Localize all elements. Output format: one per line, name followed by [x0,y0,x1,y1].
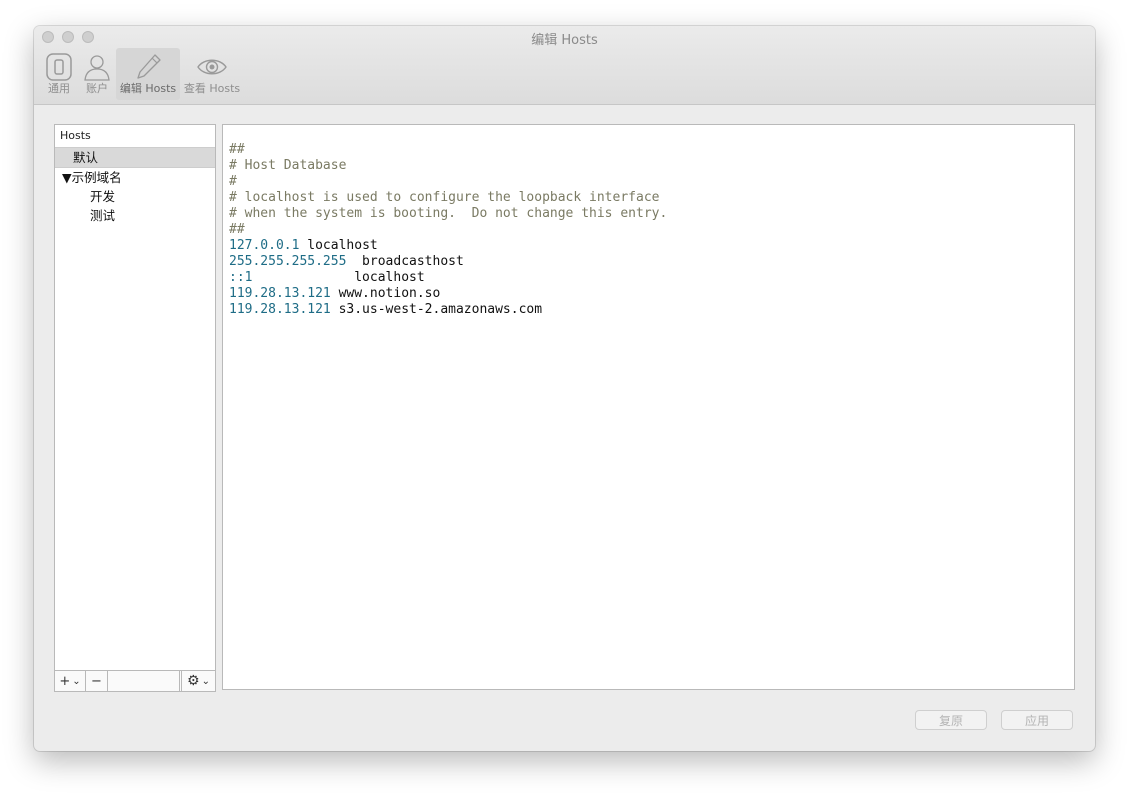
hostname: www.notion.so [330,286,441,301]
toolbar-tab-view-hosts[interactable]: 查看 Hosts [180,48,244,100]
comment-line: # when the system is booting. Do not cha… [229,206,668,221]
actions-menu-button[interactable]: ⚙ ⌄ [181,671,215,691]
comment-line: ## [229,142,245,157]
ip-address: 119.28.13.121 [229,286,331,301]
pencil-icon [133,52,163,86]
ip-address: ::1 [229,270,253,285]
toolbar-tab-account[interactable]: 账户 [78,48,116,100]
gear-icon: ⚙ [187,673,200,689]
add-host-button[interactable]: + ⌄ [55,671,86,691]
hostname: s3.us-west-2.amazonaws.com [330,302,543,317]
hosts-sidebar: Hosts 默认 ▼示例域名 开发 测试 + ⌄ − ⚙ ⌄ [54,124,216,692]
eye-icon [196,52,228,86]
ip-address: 119.28.13.121 [229,302,331,317]
comment-line: # Host Database [229,158,347,173]
preferences-toolbar: 通用 账户 编辑 Hosts 查看 Hosts [40,48,244,100]
revert-button[interactable]: 复原 [915,710,987,730]
hosts-text: ## # Host Database # # localhost is used… [229,126,667,318]
comment-line: # [229,174,237,189]
sidebar-item-dev[interactable]: 开发 [55,187,215,206]
ip-address: 127.0.0.1 [229,238,300,253]
chevron-down-icon: ⌄ [201,675,210,687]
apply-button[interactable]: 应用 [1001,710,1073,730]
hostname: localhost [299,238,378,253]
hosts-editor[interactable]: ## # Host Database # # localhost is used… [222,124,1075,690]
title-bar: 编辑 Hosts 通用 账户 编辑 Hosts 查看 Hosts [34,26,1095,105]
sidebar-footer: + ⌄ − ⚙ ⌄ [55,670,215,691]
plus-icon: + [59,673,71,689]
comment-line: ## [229,222,245,237]
general-icon [44,52,74,86]
sidebar-group-example-domains[interactable]: ▼示例域名 [55,168,215,187]
toolbar-tab-general[interactable]: 通用 [40,48,78,100]
sidebar-item-test[interactable]: 测试 [55,206,215,225]
window-title: 编辑 Hosts [531,33,598,48]
chevron-down-icon: ⌄ [72,675,81,687]
toolbar-tab-edit-hosts[interactable]: 编辑 Hosts [116,48,180,100]
ip-address: 255.255.255.255 [229,254,347,269]
account-icon [82,52,112,86]
comment-line: # localhost is used to configure the loo… [229,190,660,205]
remove-host-button[interactable]: − [86,671,108,691]
hostname: broadcasthost [346,254,464,269]
sidebar-header: Hosts [60,129,91,142]
hostname: localhost [252,270,425,285]
sidebar-item-default[interactable]: 默认 [55,147,215,168]
preferences-window: 编辑 Hosts 通用 账户 编辑 Hosts 查看 Hosts Hosts 默… [34,26,1095,751]
footer-spacer [108,671,180,691]
minus-icon: − [91,673,102,689]
